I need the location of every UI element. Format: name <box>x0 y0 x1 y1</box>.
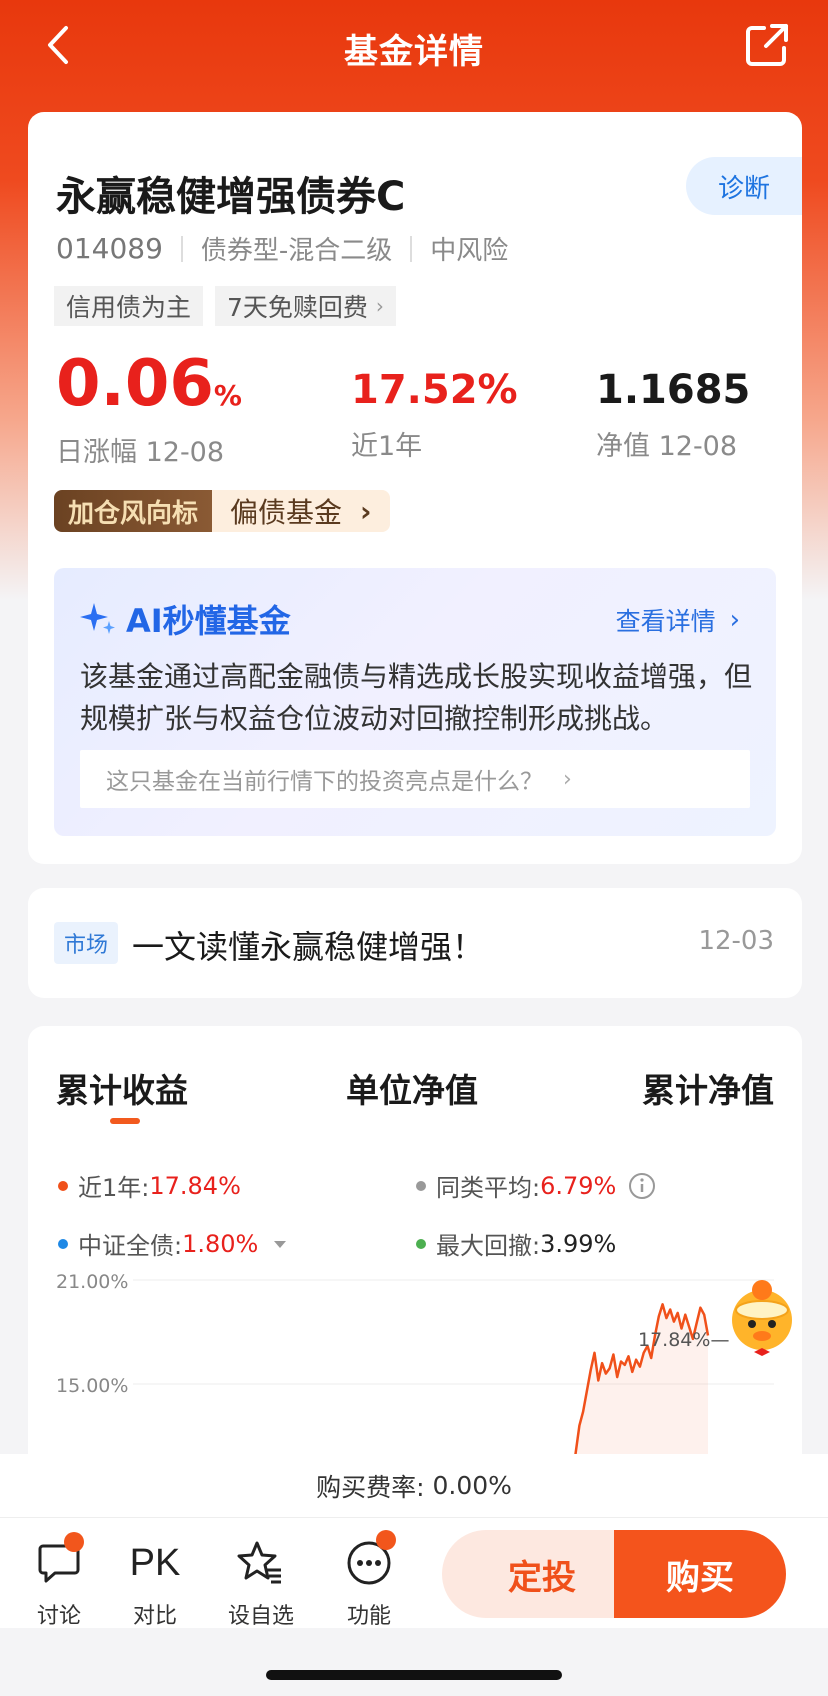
daily-change-label: 日涨幅 12-08 <box>56 437 225 468</box>
legend-dot <box>58 1180 68 1191</box>
pk-icon: PK <box>129 1541 181 1584</box>
performance-card: 累计收益 单位净值 累计净值 近1年: 17.84% 同类平均: 6.79% 中证全… <box>28 1026 802 1526</box>
end-value-label: 17.84%— <box>638 1329 729 1351</box>
mascot-icon[interactable] <box>732 1280 792 1356</box>
wind-indicator[interactable]: 加仓风向标 偏债基金 › <box>54 490 390 532</box>
divider <box>410 235 413 262</box>
wind-badge: 加仓风向标 <box>54 490 213 532</box>
ai-question-prompt[interactable]: 这只基金在当前行情下的投资亮点是什么？ › <box>80 750 750 808</box>
bottom-action-bar: 讨论 PK 对比 设自选 功能 定投 购买 <box>0 1518 828 1630</box>
nav-watchlist[interactable]: 设自选 <box>216 1538 306 1630</box>
wind-text: 偏债基金 <box>230 496 343 529</box>
diagnose-button[interactable]: 诊断 <box>686 157 802 215</box>
year-return-value: 17.52% <box>351 367 518 413</box>
legend-peer: 同类平均: 6.79% <box>416 1168 656 1203</box>
fund-type: 债券型-混合二级 <box>200 236 393 266</box>
legend-index-value: 1.80% <box>182 1229 259 1258</box>
ai-description: 该基金通过高配金融债与精选成长股实现收益增强，但规模扩张与权益仓位波动对回撤控制… <box>80 660 753 735</box>
wind-text-wrap: 偏债基金 › <box>212 490 390 532</box>
fund-code: 014089 <box>56 232 163 265</box>
legend-dot <box>416 1180 426 1191</box>
legend-fund-value: 17.84% <box>149 1171 241 1200</box>
sparkle-icon <box>80 603 115 634</box>
daily-change-value: 0.06 <box>56 347 214 421</box>
year-return-label: 近1年 <box>351 431 423 462</box>
chart-tabs: 累计收益 单位净值 累计净值 <box>28 1064 802 1124</box>
daily-change-unit: % <box>213 379 242 412</box>
fund-summary-card: 永赢稳健增强债券C 诊断 014089 债券型-混合二级 中风险 信用债为主 7… <box>28 112 802 864</box>
metric-daily-change: 0.06% 日涨幅 12-08 <box>56 352 242 469</box>
fee-value: 0.00% <box>432 1471 512 1500</box>
fund-risk: 中风险 <box>430 236 509 266</box>
nav-label: 讨论 <box>36 1604 81 1629</box>
fund-name: 永赢稳健增强债券C <box>56 174 406 220</box>
return-chart: 21.00% 15.00% 17.84%— <box>56 1271 792 1486</box>
tag-label: 7天免赎回费 <box>227 293 368 322</box>
notification-dot <box>64 1532 84 1552</box>
chevron-right-icon: › <box>729 605 740 635</box>
info-icon[interactable] <box>628 1172 656 1200</box>
ai-title-text: AI秒懂基金 <box>126 602 291 640</box>
nav-label: 设自选 <box>227 1604 294 1629</box>
notification-dot <box>376 1530 396 1550</box>
top-nav-bar: 基金详情 <box>0 0 828 96</box>
nav-label: 净值 12-08 <box>596 431 738 462</box>
divider <box>180 235 183 262</box>
ai-details-label: 查看详情 <box>615 607 716 636</box>
legend-index-label: 中证全债: <box>78 1232 183 1260</box>
tab-unit-nav[interactable]: 单位净值 <box>346 1064 478 1112</box>
tab-cumulative-nav[interactable]: 累计净值 <box>642 1064 774 1112</box>
metric-year-return: 17.52% 近1年 <box>351 370 518 463</box>
star-list-icon <box>237 1541 281 1584</box>
chevron-right-icon: › <box>375 294 384 318</box>
page-title: 基金详情 <box>344 32 484 72</box>
dropdown-icon <box>274 1240 287 1248</box>
y-tick-label: 21.00% <box>56 1271 128 1293</box>
home-area <box>0 1628 828 1696</box>
legend-dot <box>58 1238 68 1249</box>
ai-question-text: 这只基金在当前行情下的投资亮点是什么？ <box>106 769 543 795</box>
share-icon <box>746 24 788 66</box>
nav-functions[interactable]: 功能 <box>324 1530 414 1630</box>
tab-cumulative-return[interactable]: 累计收益 <box>56 1064 188 1112</box>
news-card[interactable]: 市场 一文读懂永赢稳健增强！ 12-03 <box>28 888 802 998</box>
purchase-fee-bar: 购买费率: 0.00% <box>0 1454 828 1518</box>
legend-drawdown: 最大回撤: 3.99% <box>416 1226 616 1261</box>
ai-details-link[interactable]: 查看详情 › <box>616 602 740 638</box>
tag-credit-bond: 信用债为主 <box>54 286 204 326</box>
legend-peer-value: 6.79% <box>540 1171 617 1200</box>
buy-button[interactable]: 购买 <box>614 1530 786 1618</box>
fund-meta: 014089 债券型-混合二级 中风险 <box>56 230 508 267</box>
y-tick-label: 15.00% <box>56 1375 128 1397</box>
sip-button[interactable]: 定投 <box>442 1530 642 1618</box>
share-button[interactable] <box>744 22 790 68</box>
ai-title: AI秒懂基金 <box>78 596 291 642</box>
home-indicator <box>266 1670 562 1680</box>
ai-summary-box: AI秒懂基金 查看详情 › 该基金通过高配金融债与精选成长股实现收益增强，但规模扩… <box>54 568 776 836</box>
legend-drawdown-value: 3.99% <box>540 1229 617 1258</box>
legend-drawdown-label: 最大回撤: <box>436 1232 541 1260</box>
news-title: 一文读懂永赢稳健增强！ <box>132 928 485 966</box>
legend-peer-label: 同类平均: <box>436 1174 541 1202</box>
chevron-right-icon: › <box>360 494 372 528</box>
legend-fund: 近1年: 17.84% <box>58 1168 241 1203</box>
legend-dot <box>416 1238 426 1249</box>
fee-label: 购买费率: <box>316 1472 425 1502</box>
nav-discuss[interactable]: 讨论 <box>14 1532 104 1630</box>
news-date: 12-03 <box>698 926 774 956</box>
news-tag: 市场 <box>54 922 119 964</box>
legend-fund-label: 近1年: <box>78 1174 150 1202</box>
legend-index[interactable]: 中证全债: 1.80% <box>58 1226 288 1261</box>
nav-label: 功能 <box>346 1604 391 1629</box>
tag-redemption-fee[interactable]: 7天免赎回费 › <box>215 286 396 326</box>
nav-value: 1.1685 <box>596 367 751 413</box>
nav-compare[interactable]: PK 对比 <box>110 1538 200 1630</box>
chevron-right-icon: › <box>563 766 572 792</box>
fund-tags: 信用债为主 7天免赎回费 › <box>54 286 396 326</box>
nav-label: 对比 <box>132 1604 177 1629</box>
metric-nav: 1.1685 净值 12-08 <box>596 370 750 463</box>
tag-label: 信用债为主 <box>66 293 192 322</box>
active-tab-indicator <box>110 1118 140 1124</box>
